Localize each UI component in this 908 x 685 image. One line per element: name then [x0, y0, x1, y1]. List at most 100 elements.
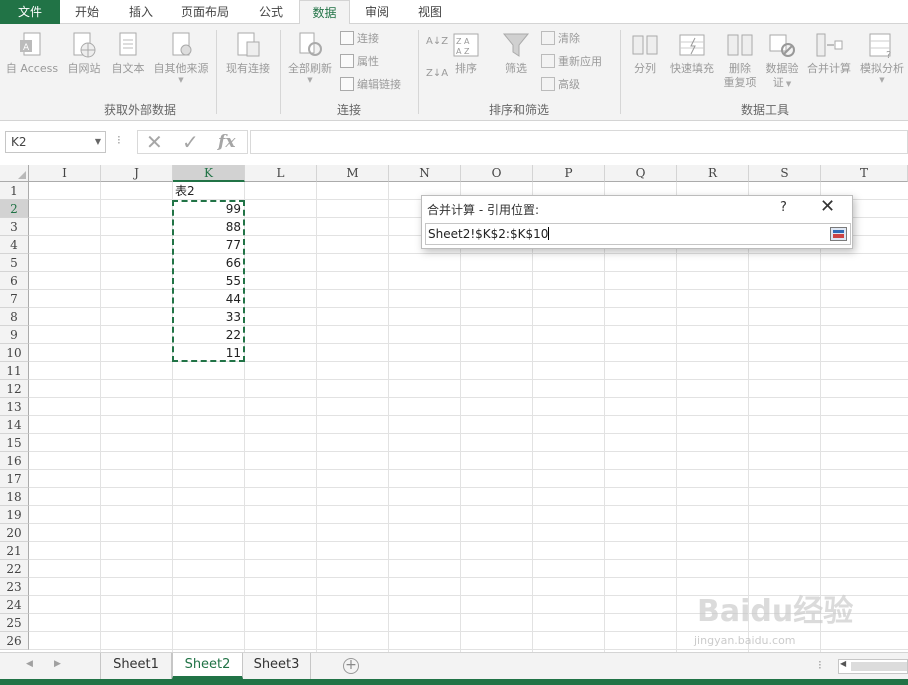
formula-input[interactable] [250, 130, 908, 154]
sort-az-button[interactable]: A↓Z [426, 34, 448, 50]
grid-line [29, 469, 908, 470]
tab-review[interactable]: 审阅 [352, 0, 402, 24]
scroll-right-icon[interactable]: ▶ [54, 659, 61, 669]
tab-page-layout[interactable]: 页面布局 [172, 0, 238, 24]
tab-file[interactable]: 文件 [0, 0, 60, 24]
existing-connections-button[interactable]: 现有连接 [220, 30, 276, 76]
consolidate-reference-dialog: 合并计算 - 引用位置: ? ✕ Sheet2!$K$2:$K$10 [421, 195, 853, 249]
row-header[interactable]: 23 [0, 578, 29, 596]
row-header-selected[interactable]: 2 [0, 200, 29, 218]
select-all-corner[interactable] [0, 165, 29, 182]
column-header[interactable]: Q [605, 165, 677, 182]
tab-data[interactable]: 数据 [299, 0, 350, 25]
row-header[interactable]: 22 [0, 560, 29, 578]
name-box[interactable]: K2 ▼ [5, 131, 106, 153]
cell-K1[interactable]: 表2 [175, 182, 243, 200]
from-other-sources-button[interactable]: 自其他来源 ▼ [148, 30, 214, 84]
insert-function-icon[interactable]: fx [218, 132, 235, 152]
tab-home[interactable]: 开始 [62, 0, 112, 24]
column-header[interactable]: P [533, 165, 605, 182]
column-header[interactable]: O [461, 165, 533, 182]
column-header[interactable]: M [317, 165, 389, 182]
column-header[interactable]: L [245, 165, 317, 182]
row-header[interactable]: 4 [0, 236, 29, 254]
tab-view[interactable]: 视图 [405, 0, 455, 24]
row-header[interactable]: 15 [0, 434, 29, 452]
sheet-tab-sheet1[interactable]: Sheet1 [100, 653, 172, 679]
connections-button[interactable]: 连接 [340, 31, 379, 47]
ribbon-separator [280, 30, 281, 114]
grid-line [29, 433, 908, 434]
row-header[interactable]: 18 [0, 488, 29, 506]
reapply-button[interactable]: 重新应用 [541, 54, 602, 70]
sort-za-button[interactable]: Z↓A [426, 66, 448, 82]
edit-links-button[interactable]: 编辑链接 [340, 77, 401, 93]
row-header[interactable]: 1 [0, 182, 29, 200]
sheet-tab-sheet2[interactable]: Sheet2 [172, 653, 243, 679]
row-header[interactable]: 17 [0, 470, 29, 488]
row-header[interactable]: 11 [0, 362, 29, 380]
refresh-all-button[interactable]: 全部刷新 ▼ [283, 30, 337, 84]
row-header[interactable]: 20 [0, 524, 29, 542]
from-access-button[interactable]: A 自 Access [4, 30, 60, 76]
remove-duplicates-button[interactable]: 删除 重复项 [720, 30, 760, 90]
horizontal-scrollbar[interactable]: ◀ [838, 659, 908, 674]
consolidate-button[interactable]: 合并计算 [803, 30, 855, 76]
row-header[interactable]: 7 [0, 290, 29, 308]
watermark-url: jingyan.baidu.com [694, 634, 796, 647]
sort-button[interactable]: Z AA Z 排序 [448, 30, 484, 76]
row-header[interactable]: 16 [0, 452, 29, 470]
row-header[interactable]: 12 [0, 380, 29, 398]
column-header[interactable]: R [677, 165, 749, 182]
enter-icon[interactable]: ✓ [182, 132, 199, 152]
row-header[interactable]: 8 [0, 308, 29, 326]
column-header[interactable]: S [749, 165, 821, 182]
close-button[interactable]: ✕ [820, 197, 835, 217]
sheet-tab-sheet3[interactable]: Sheet3 [243, 653, 311, 679]
reference-input[interactable]: Sheet2!$K$2:$K$10 [425, 223, 851, 245]
add-sheet-icon[interactable]: + [343, 658, 359, 674]
row-header[interactable]: 6 [0, 272, 29, 290]
row-header[interactable]: 14 [0, 416, 29, 434]
row-header[interactable]: 24 [0, 596, 29, 614]
from-text-button[interactable]: 自文本 [106, 30, 150, 76]
chevron-down-icon[interactable]: ▼ [95, 132, 101, 152]
from-web-button[interactable]: 自网站 [62, 30, 106, 76]
row-header[interactable]: 10 [0, 344, 29, 362]
remove-duplicates-label-1: 删除 [729, 62, 751, 75]
advanced-filter-button[interactable]: 高级 [541, 77, 580, 93]
more-icon[interactable]: ⁝ [117, 133, 121, 147]
clear-filter-button[interactable]: 清除 [541, 31, 580, 47]
row-header[interactable]: 25 [0, 614, 29, 632]
row-header[interactable]: 9 [0, 326, 29, 344]
row-header[interactable]: 19 [0, 506, 29, 524]
tab-formulas[interactable]: 公式 [246, 0, 296, 24]
consolidate-icon [816, 33, 843, 57]
row-header[interactable]: 5 [0, 254, 29, 272]
what-if-analysis-button[interactable]: ? 模拟分析 ▼ [855, 30, 908, 84]
scroll-left-icon[interactable]: ◀ [26, 659, 33, 669]
flash-fill-button[interactable]: 快速填充 [664, 30, 720, 76]
row-header[interactable]: 26 [0, 632, 29, 650]
row-header[interactable]: 3 [0, 218, 29, 236]
row-header[interactable]: 21 [0, 542, 29, 560]
column-header[interactable]: J [101, 165, 173, 182]
row-header[interactable]: 13 [0, 398, 29, 416]
column-header[interactable]: I [29, 165, 101, 182]
expand-dialog-icon[interactable] [830, 227, 847, 241]
scroll-left-icon[interactable]: ◀ [840, 659, 846, 668]
tab-insert[interactable]: 插入 [116, 0, 166, 24]
help-button[interactable]: ? [780, 200, 787, 215]
filter-button[interactable]: 筛选 [498, 30, 534, 76]
data-validation-button[interactable]: 数据验 证 ▼ [760, 30, 804, 91]
text-to-columns-button[interactable]: 分列 [626, 30, 664, 76]
grid-line [29, 541, 908, 542]
scrollbar-thumb[interactable] [851, 662, 907, 671]
cancel-icon[interactable]: ✕ [146, 132, 163, 152]
column-header[interactable]: T [821, 165, 908, 182]
properties-button[interactable]: 属性 [340, 54, 379, 70]
sort-ascending-icon: A↓Z [426, 36, 449, 47]
column-header[interactable]: N [389, 165, 461, 182]
column-header-selected[interactable]: K [173, 165, 245, 182]
more-icon[interactable]: ⁝ [818, 658, 822, 672]
